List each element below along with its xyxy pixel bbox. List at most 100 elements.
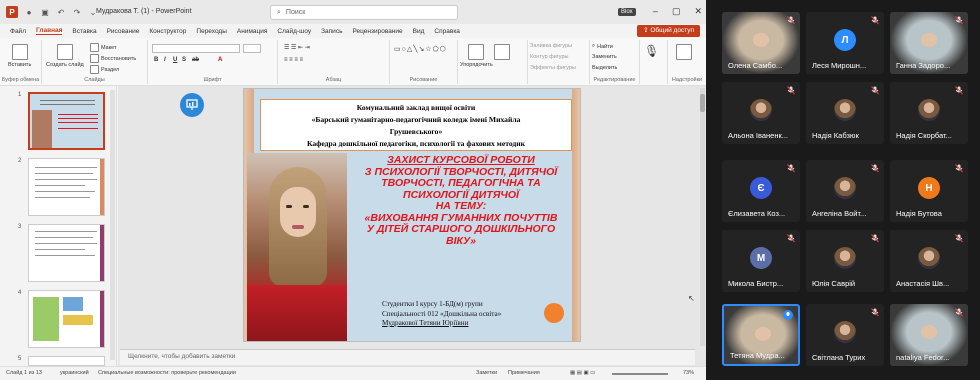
menu-item[interactable]: Конструктор (149, 28, 186, 35)
muted-mic-icon (955, 164, 963, 175)
underline-button[interactable]: U (173, 57, 177, 63)
orange-circle-decoration (544, 303, 564, 323)
menu-item[interactable]: Анимация (237, 28, 268, 35)
accessibility-status[interactable]: Специальные возможности: проверьте реком… (98, 370, 236, 376)
header-line: «Барський гуманітарно-педагогічний колед… (311, 115, 521, 124)
participant-tile[interactable]: Ангеліна Войт... (806, 160, 884, 222)
strikethrough-button[interactable]: ab (192, 57, 199, 63)
participant-name: Альона Іваненк... (728, 131, 788, 140)
current-slide[interactable]: Комунальний заклад вищої освіти «Барськи… (243, 88, 581, 342)
participant-tile[interactable]: Л Леся Мирошн... (806, 12, 884, 74)
shape-fill-button[interactable]: Заливка фигуры (530, 43, 572, 49)
select-button[interactable]: Выделить (592, 65, 617, 71)
participant-tile[interactable]: М Микола Бистр... (722, 230, 800, 292)
font-name-select[interactable] (152, 44, 240, 53)
italic-button[interactable]: I (164, 57, 166, 63)
font-size-select[interactable] (243, 44, 261, 53)
thumbnails-scrollbar[interactable] (110, 90, 115, 360)
powerpoint-logo-icon: P (6, 6, 18, 18)
reset-button[interactable]: Восстановить (90, 54, 136, 63)
zoom-level[interactable]: 73% (683, 370, 694, 376)
zoom-slider[interactable] (612, 373, 668, 375)
slides-group: Создать слайд Макет Восстановить Раздел … (42, 40, 148, 84)
language-indicator[interactable]: украинский (60, 370, 89, 376)
bullets-button[interactable]: ☰ ☰ ⇤ ⇥ (284, 44, 310, 51)
editor-scrollbar[interactable] (700, 88, 705, 346)
menu-item[interactable]: Запись (321, 28, 342, 35)
participant-tile[interactable]: Світлана Турих (806, 304, 884, 366)
dictate-button[interactable]: 🎙 (644, 44, 659, 58)
slide-thumbnail-4[interactable] (28, 290, 105, 348)
find-button[interactable]: ⌕ Найти (592, 43, 613, 50)
shape-outline-button[interactable]: Контур фигуры (530, 54, 568, 60)
autosave-toggle-icon[interactable]: ● (24, 7, 34, 17)
menu-item[interactable]: Главная (35, 27, 63, 35)
paragraph-group: ☰ ☰ ⇤ ⇥ ≡ ≡ ≡ ≡ Абзац (278, 40, 390, 84)
user-badge[interactable]: Blox (618, 8, 636, 16)
slide-number: 3 (18, 224, 22, 230)
view-buttons[interactable]: ▦ ▤ ▣ ▭ (570, 370, 595, 376)
notes-pane[interactable]: Щелкните, чтобы добавить заметки (120, 349, 695, 365)
presenter-share-icon[interactable] (180, 93, 204, 117)
shapes-gallery[interactable]: ▭○△╲↘☆⬠⬡ (394, 45, 447, 53)
menu-item[interactable]: Вставка (72, 28, 96, 35)
participant-tile[interactable]: Надія Скорбат... (890, 82, 968, 144)
participant-tile[interactable]: Є Єлизавета Коз... (722, 160, 800, 222)
menu-item[interactable]: Вид (413, 28, 425, 35)
participant-tile[interactable]: nataliya Fedor... (890, 304, 968, 366)
muted-mic-icon (787, 16, 795, 27)
participant-tile[interactable]: Юлія Саврій (806, 230, 884, 292)
participant-name: Ганна Задоро... (896, 61, 951, 70)
notes-toggle[interactable]: Заметки (476, 370, 497, 376)
menu-item[interactable]: Слайд-шоу (277, 28, 311, 35)
close-icon[interactable]: ✕ (694, 6, 702, 17)
title-line: ТВОРЧОСТІ, ПЕДАГОГІЧНА ТА (381, 177, 541, 189)
paste-button[interactable]: Вставить (8, 44, 31, 68)
arrange-button[interactable]: Упорядочить (460, 44, 493, 68)
comments-toggle[interactable]: Примечания (508, 370, 540, 376)
scrollbar-thumb[interactable] (700, 94, 705, 112)
minimize-icon[interactable]: – (653, 6, 658, 17)
designer-button[interactable] (676, 44, 692, 60)
participant-tile[interactable]: Надія Кабзюк (806, 82, 884, 144)
participant-name: Тетяна Мудра... (730, 351, 785, 360)
participant-gallery: Олена Самбо... Л Леся Мирошн... Ганна Задор… (706, 0, 980, 380)
shadow-button[interactable]: S (182, 57, 186, 63)
undo-icon[interactable]: ↶ (56, 7, 66, 17)
menu-item[interactable]: Переходы (196, 28, 227, 35)
participant-tile[interactable]: Альона Іваненк... (722, 82, 800, 144)
menu-item[interactable]: Справка (434, 28, 460, 35)
slide-thumbnail-1[interactable] (28, 92, 105, 150)
slide-thumbnail-2[interactable] (28, 158, 105, 216)
maximize-icon[interactable]: ▢ (672, 6, 681, 17)
save-icon[interactable]: ▣ (40, 7, 50, 17)
share-button[interactable]: ⇪ Общий доступ (637, 25, 700, 37)
participant-tile[interactable]: Н Надія Бутова (890, 160, 968, 222)
editing-group: ⌕ Найти Заменить Выделить Редактирование (590, 40, 640, 84)
menu-item[interactable]: Рецензирование (352, 28, 402, 35)
layout-button[interactable]: Макет (90, 43, 117, 52)
section-button[interactable]: Раздел (90, 65, 119, 74)
align-buttons[interactable]: ≡ ≡ ≡ ≡ (284, 57, 303, 63)
participant-tile[interactable]: Олена Самбо... (722, 12, 800, 74)
redo-icon[interactable]: ↷ (72, 7, 82, 17)
slide-thumbnail-5[interactable] (28, 356, 105, 366)
new-slide-button[interactable]: Создать слайд (46, 44, 84, 68)
arrange-icon (468, 44, 485, 60)
designer-icon (676, 44, 692, 60)
participant-tile[interactable]: Ганна Задоро... (890, 12, 968, 74)
menu-item[interactable]: Файл (10, 28, 26, 35)
menu-item[interactable]: Рисование (107, 28, 140, 35)
bold-button[interactable]: B (154, 57, 158, 63)
shape-effects-button[interactable]: Эффекты фигуры (530, 65, 576, 71)
participant-name: Ангеліна Войт... (812, 209, 867, 218)
replace-button[interactable]: Заменить (592, 54, 617, 60)
search-input[interactable]: ⌕ Поиск (270, 5, 458, 20)
participant-tile[interactable]: Тетяна Мудра... (722, 304, 800, 366)
quick-styles-button[interactable] (494, 44, 510, 60)
participant-tile[interactable]: Анастасія Шв... (890, 230, 968, 292)
voice-group: 🎙 (640, 40, 668, 84)
slide-thumbnail-3[interactable] (28, 224, 105, 282)
slide-title-text: ЗАХИСТ КУРСОВОЇ РОБОТИ З ПСИХОЛОГІЇ ТВОР… (352, 154, 570, 247)
font-color-button[interactable]: A (218, 57, 222, 63)
